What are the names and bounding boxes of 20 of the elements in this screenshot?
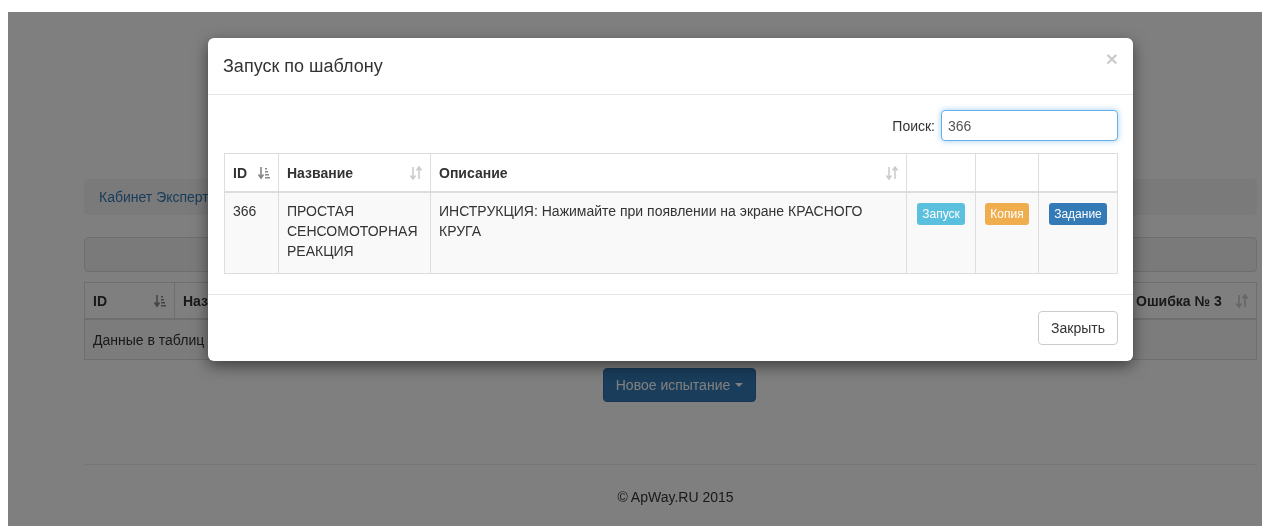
sort-icon[interactable]: [1236, 293, 1248, 308]
sort-ascending-icon[interactable]: [154, 293, 166, 308]
sort-ascending-icon[interactable]: [258, 165, 270, 180]
new-test-button[interactable]: Новое испытание: [602, 368, 757, 402]
sort-icon[interactable]: [886, 165, 898, 180]
close-button[interactable]: Закрыть: [1038, 311, 1118, 345]
table-cell: 366: [224, 192, 279, 274]
search-field[interactable]: 366: [941, 110, 1118, 141]
search-label: Поиск:: [892, 117, 935, 134]
sort-icon[interactable]: [410, 165, 422, 180]
breadcrumb-link[interactable]: Кабинет Эксперт: [99, 189, 209, 205]
caret-icon: [735, 383, 744, 387]
footer-text: © ApWay.RU 2015: [616, 489, 735, 505]
dialog-title: Запуск по шаблону: [223, 55, 383, 77]
table-cell-text: Данные в таблиц: [92, 331, 206, 348]
column-header[interactable]: Ошибка № 3: [1128, 283, 1256, 318]
column-header[interactable]: ID: [85, 283, 175, 318]
table-cell: ИНСТРУКЦИЯ: Нажимайте при появлении на экране КРАСНОГО КРУГА: [430, 192, 907, 274]
table-cell: ПРОСТАЯ СЕНСОМОТОРНАЯ РЕАКЦИЯ: [278, 192, 431, 274]
action-button[interactable]: Задание: [1049, 203, 1107, 225]
